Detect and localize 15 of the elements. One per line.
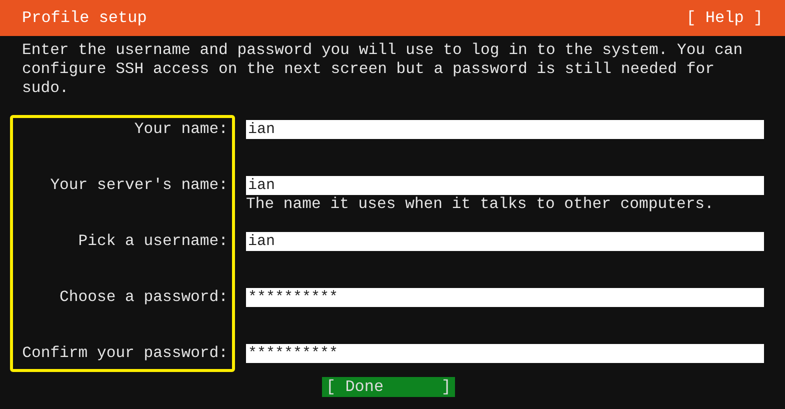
field-label: Pick a username: xyxy=(77,232,228,251)
field-hint: The name it uses when it talks to other computers. xyxy=(246,195,715,214)
input-field[interactable]: ********** xyxy=(246,288,764,307)
help-button[interactable]: [ Help ] xyxy=(686,9,763,27)
field-label: Confirm your password: xyxy=(21,344,228,363)
input-field[interactable]: ********** xyxy=(246,344,764,363)
field-label: Choose a password: xyxy=(58,288,228,307)
field-label: Your name: xyxy=(133,120,228,139)
input-field[interactable]: ian xyxy=(246,176,764,195)
input-field[interactable]: ian xyxy=(246,232,764,251)
intro-text: Enter the username and password you will use to log in to the system. You can configure SSH access on the next screen but a password is still needed for sudo. xyxy=(22,41,744,98)
field-label: Your server's name: xyxy=(49,176,228,195)
input-field[interactable]: ian xyxy=(246,120,764,139)
screen-title: Profile setup xyxy=(22,9,147,27)
done-button[interactable]: [ Done ] xyxy=(322,377,455,397)
